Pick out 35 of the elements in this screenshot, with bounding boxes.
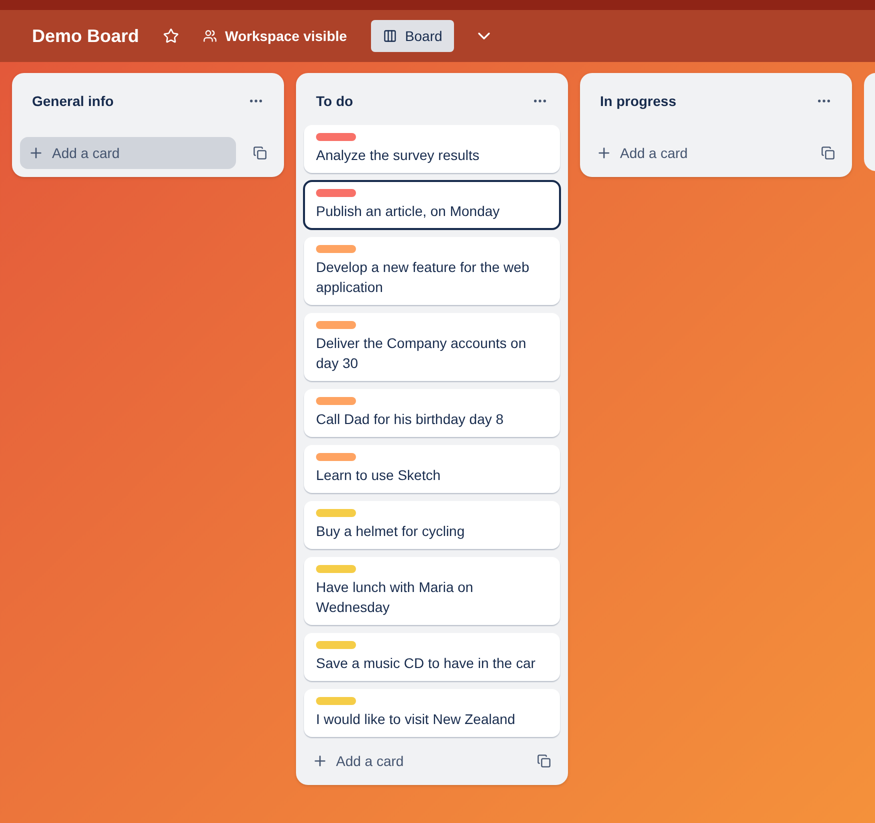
card[interactable]: Learn to use Sketch <box>304 445 560 493</box>
card-title: Analyze the survey results <box>316 146 480 165</box>
card-title: Learn to use Sketch <box>316 466 442 485</box>
plus-icon <box>596 145 612 161</box>
card-title: Develop a new feature for the web application <box>316 258 530 297</box>
card-title: Publish an article, on Monday <box>316 202 501 221</box>
card[interactable]: Publish an article, on Monday <box>304 181 560 229</box>
card[interactable]: Analyze the survey results <box>304 125 560 173</box>
card-title: Call Dad for his birthday day 8 <box>316 410 505 429</box>
list-title: General info <box>32 92 114 110</box>
board-view-button[interactable]: Board <box>370 20 454 52</box>
card-title: I would like to visit New Zealand <box>316 710 516 729</box>
card[interactable]: Develop a new feature for the web application <box>304 237 560 305</box>
card-title: Save a music CD to have in the car <box>316 654 536 673</box>
card[interactable]: I would like to visit New Zealand <box>304 689 560 737</box>
plus-icon <box>28 145 44 161</box>
card[interactable]: Deliver the Company accounts on day 30 <box>304 313 560 381</box>
board-title[interactable]: Demo Board <box>32 22 140 50</box>
card[interactable]: Call Dad for his birthday day 8 <box>304 389 560 437</box>
add-card-button[interactable]: Add a card <box>304 745 520 777</box>
card-title: Deliver the Company accounts on day 30 <box>316 334 528 373</box>
card-title: Have lunch with Maria on Wednesday <box>316 578 474 617</box>
add-card-button[interactable]: Add a card <box>588 137 804 169</box>
card[interactable]: Have lunch with Maria on Wednesday <box>304 557 560 625</box>
plus-icon <box>312 753 328 769</box>
list-title: In progress <box>600 92 676 111</box>
people-icon <box>203 29 218 43</box>
visibility-button[interactable]: Workspace visible <box>203 26 347 46</box>
add-card-button[interactable]: Add a card <box>20 137 236 169</box>
card[interactable]: Save a music CD to have in the car <box>304 633 560 681</box>
card[interactable]: Buy a helmet for cycling <box>304 501 560 549</box>
card-title: Buy a helmet for cycling <box>316 522 466 541</box>
columns-icon <box>382 29 397 43</box>
star-icon[interactable] <box>163 28 180 44</box>
list-title: To do <box>316 92 354 110</box>
